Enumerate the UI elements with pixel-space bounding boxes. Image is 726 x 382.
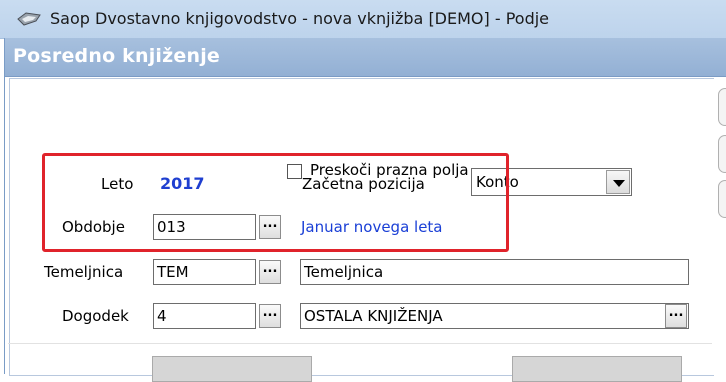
highlight-box — [42, 153, 509, 252]
dogodek-name-field[interactable]: OSTALA KNJIŽENJA — [300, 303, 689, 329]
disabled-field-1 — [152, 356, 312, 382]
page-title: Posredno knjiženje — [13, 45, 220, 67]
window-titlebar[interactable]: Saop Dvostavno knjigovodstvo - nova vknj… — [0, 0, 726, 39]
dogodek-browse-button[interactable]: ... — [259, 304, 281, 328]
divider — [8, 343, 712, 344]
window-title: Saop Dvostavno knjigovodstvo - nova vknj… — [50, 9, 550, 28]
saop-app-icon — [17, 12, 41, 26]
temeljnica-browse-button[interactable]: ... — [259, 260, 281, 284]
side-button-3[interactable] — [718, 180, 726, 218]
dogodek-code-field[interactable]: 4 — [153, 303, 256, 329]
side-button-1[interactable] — [718, 88, 726, 126]
form-header: Posredno knjiženje — [5, 38, 726, 77]
disabled-field-2 — [512, 356, 682, 382]
side-button-2[interactable] — [718, 135, 726, 173]
dogodek-label: Dogodek — [62, 307, 129, 325]
temeljnica-name-field[interactable]: Temeljnica — [300, 259, 689, 285]
dogodek-name-browse-button[interactable]: ... — [665, 304, 687, 328]
temeljnica-label: Temeljnica — [44, 263, 124, 281]
chevron-down-icon[interactable] — [606, 170, 630, 194]
temeljnica-code-field[interactable]: TEM — [153, 259, 256, 285]
